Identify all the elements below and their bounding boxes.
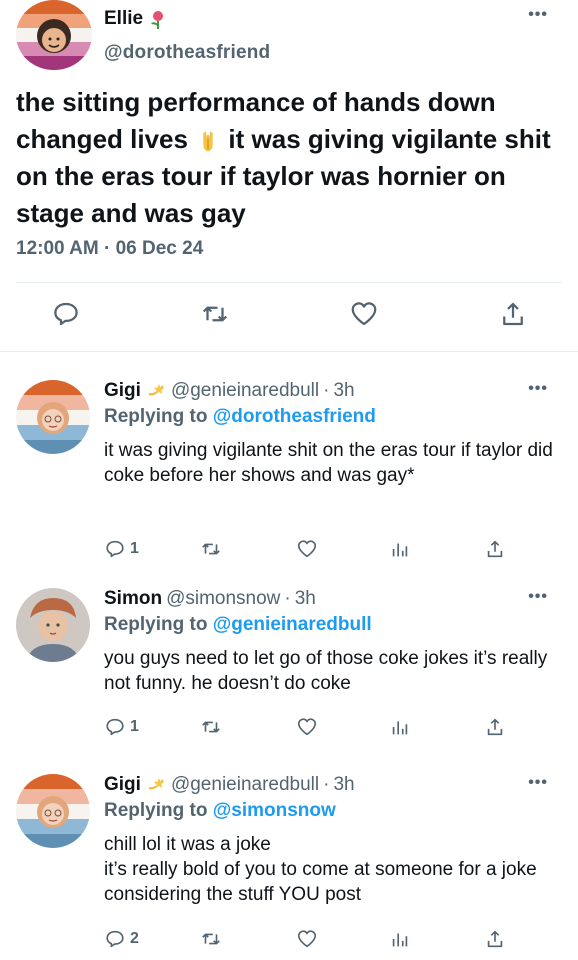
- tweet-timestamp[interactable]: 12:00 AM · 06 Dec 24: [16, 238, 203, 260]
- reply-icon[interactable]: [48, 296, 84, 332]
- rose-emoji: [147, 8, 169, 30]
- share-icon[interactable]: [495, 296, 531, 332]
- reply-text: chill lol it was a joke it’s really bold…: [104, 834, 537, 905]
- analytics-button[interactable]: [389, 538, 411, 560]
- reply-header: Gigi @genieinaredbull · 3h: [104, 380, 355, 402]
- analytics-icon: [392, 721, 408, 735]
- tweet-text: the sitting performance of hands down ch…: [16, 87, 551, 228]
- reply-header: Gigi @genieinaredbull · 3h: [104, 774, 355, 796]
- avatar[interactable]: [16, 380, 90, 454]
- replying-to-link[interactable]: @dorotheasfriend: [213, 406, 376, 427]
- folded-hands-emoji: [195, 128, 221, 154]
- gigi-avatar-image: [16, 774, 90, 848]
- avatar[interactable]: [16, 0, 92, 70]
- replying-to: Replying to @dorotheasfriend: [104, 406, 376, 427]
- avatar[interactable]: [16, 774, 90, 848]
- reply-tweet: Simon @simonsnow · 3h ••• Replying to @g…: [0, 588, 578, 748]
- simon-avatar-image: [16, 588, 90, 662]
- replying-to: Replying to @simonsnow: [104, 800, 336, 821]
- like-icon[interactable]: [346, 296, 382, 332]
- retweet-icon: [202, 543, 220, 555]
- more-options-icon[interactable]: •••: [528, 774, 548, 792]
- like-button[interactable]: [296, 716, 318, 738]
- retweet-button[interactable]: [200, 716, 222, 738]
- analytics-button[interactable]: [389, 928, 411, 950]
- ellie-avatar-image: [16, 0, 92, 70]
- author-name[interactable]: Simon: [104, 588, 162, 610]
- like-button[interactable]: [296, 538, 318, 560]
- reply-icon: [106, 718, 124, 736]
- author-handle[interactable]: @dorotheasfriend: [104, 42, 270, 64]
- avatar[interactable]: [16, 588, 90, 662]
- reply-tweet: Gigi @genieinaredbull · 3h ••• Replying …: [0, 380, 578, 572]
- like-icon: [297, 930, 317, 948]
- separator-dot: ·: [323, 380, 330, 401]
- retweet-button[interactable]: [200, 538, 222, 560]
- share-icon: [487, 930, 503, 948]
- dizzy-emoji: [145, 380, 167, 402]
- analytics-icon: [392, 933, 408, 947]
- retweet-icon[interactable]: [197, 296, 233, 332]
- retweet-icon: [202, 933, 220, 945]
- main-tweet: Ellie @dorotheasfriend ••• the sitting p…: [0, 0, 578, 352]
- share-icon: [487, 718, 503, 736]
- dizzy-emoji: [145, 774, 167, 796]
- like-icon: [297, 718, 317, 736]
- author-handle[interactable]: @genieinaredbull: [171, 774, 319, 796]
- analytics-icon: [392, 543, 408, 557]
- more-options-icon[interactable]: •••: [528, 380, 548, 398]
- retweet-icon: [202, 721, 220, 733]
- reply-time[interactable]: 3h: [333, 380, 354, 402]
- reply-tweet: Gigi @genieinaredbull · 3h ••• Replying …: [0, 774, 578, 960]
- share-button[interactable]: [484, 928, 506, 950]
- reply-text: you guys need to let go of those coke jo…: [104, 648, 548, 694]
- reply-actions: 2: [0, 928, 578, 958]
- like-button[interactable]: [296, 928, 318, 950]
- tweet-actions: [0, 296, 578, 340]
- separator-dot: ·: [284, 588, 291, 609]
- gigi-avatar-image: [16, 380, 90, 454]
- reply-button[interactable]: 1: [104, 716, 139, 738]
- reply-button[interactable]: 2: [104, 928, 139, 950]
- reply-header: Simon @simonsnow · 3h: [104, 588, 316, 610]
- author-name[interactable]: Gigi: [104, 774, 141, 796]
- reply-count: 1: [130, 540, 139, 557]
- author-handle[interactable]: @genieinaredbull: [171, 380, 319, 402]
- reply-time[interactable]: 3h: [295, 588, 316, 610]
- replying-to-link[interactable]: @simonsnow: [213, 800, 336, 821]
- author-handle[interactable]: @simonsnow: [166, 588, 280, 610]
- separator-dot: ·: [323, 774, 330, 795]
- more-options-icon[interactable]: •••: [528, 6, 548, 24]
- like-icon: [297, 540, 317, 558]
- reply-button[interactable]: 1: [104, 538, 139, 560]
- reply-actions: 1: [0, 538, 578, 568]
- replying-to-link[interactable]: @genieinaredbull: [213, 614, 372, 635]
- author-name[interactable]: Gigi: [104, 380, 141, 402]
- analytics-button[interactable]: [389, 716, 411, 738]
- share-icon: [487, 540, 503, 558]
- reply-time[interactable]: 3h: [333, 774, 354, 796]
- share-button[interactable]: [484, 716, 506, 738]
- reply-icon: [106, 540, 124, 558]
- author-name[interactable]: Ellie: [104, 8, 169, 30]
- reply-count: 1: [130, 718, 139, 735]
- reply-actions: 1: [0, 716, 578, 746]
- replying-to: Replying to @genieinaredbull: [104, 614, 372, 635]
- share-button[interactable]: [484, 538, 506, 560]
- retweet-button[interactable]: [200, 928, 222, 950]
- reply-icon: [106, 930, 124, 948]
- more-options-icon[interactable]: •••: [528, 588, 548, 606]
- reply-text: it was giving vigilante shit on the eras…: [104, 440, 553, 486]
- divider: [16, 282, 562, 283]
- reply-count: 2: [130, 930, 139, 947]
